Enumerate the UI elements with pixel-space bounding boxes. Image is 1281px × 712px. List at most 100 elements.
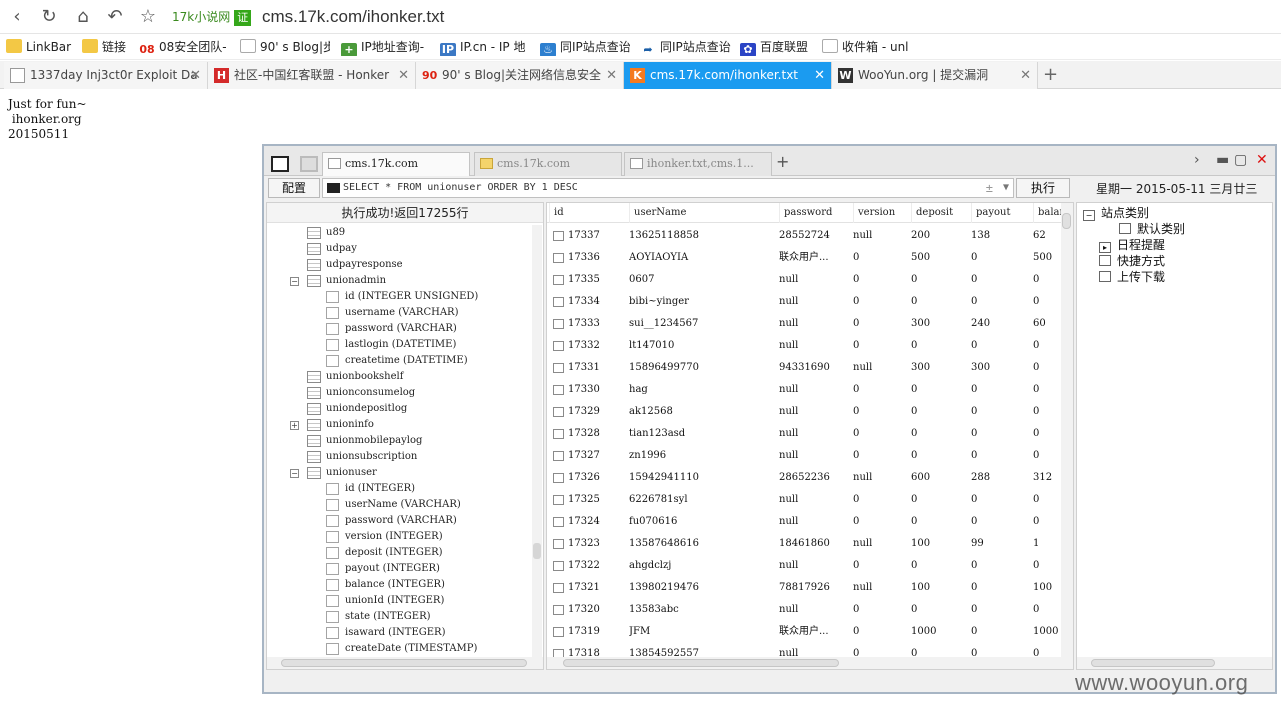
tree-column-node[interactable]: username (VARCHAR) <box>267 305 533 321</box>
tree-column-node[interactable]: createDate (TIMESTAMP) <box>267 641 533 657</box>
sidebar-tree-item[interactable]: 默认类别 <box>1119 221 1185 237</box>
table-row[interactable]: 17326 15942941110 28652236 null 600 288 312 <box>547 467 1059 489</box>
table-cell[interactable]: 0 <box>853 379 907 401</box>
collapse-icon[interactable]: − <box>290 277 299 286</box>
table-cell[interactable]: 240 <box>971 313 1029 335</box>
tree-table-node[interactable]: − unionuser <box>267 465 533 481</box>
table-cell[interactable]: 17335 <box>568 269 626 291</box>
table-cell[interactable]: 0 <box>853 511 907 533</box>
row-checkbox[interactable] <box>553 473 564 483</box>
table-cell[interactable]: 0 <box>853 335 907 357</box>
table-cell[interactable]: 0 <box>911 379 967 401</box>
table-row[interactable]: 17327 zn1996 null 0 0 0 0 <box>547 445 1059 467</box>
table-cell[interactable]: AOYIAOYIA <box>629 247 775 269</box>
table-cell[interactable]: tian123asd <box>629 423 775 445</box>
bookmark-inbox[interactable]: 收件箱 - unl <box>822 38 912 56</box>
table-cell[interactable]: 0 <box>911 401 967 423</box>
row-checkbox[interactable] <box>553 253 564 263</box>
table-cell[interactable]: 0 <box>1033 357 1061 379</box>
tool-tab-3[interactable]: ihonker.txt,cms.1... <box>624 152 772 176</box>
table-cell[interactable]: 17331 <box>568 357 626 379</box>
bookmark-ipcn[interactable]: IP IP.cn - IP 地 <box>440 38 530 56</box>
table-cell[interactable]: 288 <box>971 467 1029 489</box>
table-cell[interactable]: 0 <box>971 577 1029 599</box>
column-header[interactable]: deposit <box>911 203 969 223</box>
tree-column-node[interactable]: deposit (INTEGER) <box>267 545 533 561</box>
tree-table-node[interactable]: unionmobilepaylog <box>267 433 533 449</box>
sidebar-tree-item[interactable]: ▸ 日程提醒 <box>1099 237 1165 253</box>
table-cell[interactable]: null <box>779 335 849 357</box>
star-icon[interactable]: ☆ <box>137 6 159 28</box>
tree-table-node[interactable]: uniondepositlog <box>267 401 533 417</box>
table-cell[interactable]: 0 <box>971 423 1029 445</box>
table-cell[interactable]: null <box>779 291 849 313</box>
table-cell[interactable]: 99 <box>971 533 1029 555</box>
column-header[interactable]: id <box>549 203 627 223</box>
scroll-thumb[interactable] <box>563 659 839 667</box>
table-cell[interactable]: 17333 <box>568 313 626 335</box>
bookmark-ip-query[interactable]: + IP地址查询- <box>341 38 429 56</box>
tree-column-node[interactable]: id (INTEGER UNSIGNED) <box>267 289 533 305</box>
tab-90s-blog[interactable]: 90 90' s Blog|关注网络信息安全 ✕ <box>416 62 624 89</box>
panel-icon[interactable] <box>300 156 318 172</box>
table-cell[interactable]: 0 <box>853 401 907 423</box>
row-checkbox[interactable] <box>553 363 564 373</box>
table-cell[interactable]: 0 <box>971 621 1029 643</box>
table-cell[interactable]: 300 <box>911 357 967 379</box>
table-cell[interactable]: 0 <box>971 269 1029 291</box>
tree-vertical-scrollbar[interactable] <box>532 225 542 659</box>
site-identity[interactable]: 17k小说网证 <box>172 8 252 26</box>
table-cell[interactable]: 17324 <box>568 511 626 533</box>
table-cell[interactable]: bibi~yinger <box>629 291 775 313</box>
table-cell[interactable]: 1000 <box>911 621 967 643</box>
table-row[interactable]: 17322 ahgdclzj null 0 0 0 0 <box>547 555 1059 577</box>
grid-vertical-scrollbar[interactable] <box>1061 203 1073 657</box>
panel-toggle-icon[interactable] <box>271 156 289 172</box>
table-cell[interactable]: null <box>779 555 849 577</box>
table-cell[interactable]: 100 <box>1033 577 1061 599</box>
table-cell[interactable]: 0 <box>971 379 1029 401</box>
row-checkbox[interactable] <box>553 627 564 637</box>
table-cell[interactable]: 600 <box>911 467 967 489</box>
close-window-icon[interactable]: ✕ <box>1256 152 1268 168</box>
table-cell[interactable]: null <box>853 533 907 555</box>
table-cell[interactable]: null <box>853 577 907 599</box>
tree-table-node[interactable]: udpayresponse <box>267 257 533 273</box>
close-icon[interactable]: ✕ <box>1020 62 1031 89</box>
column-header[interactable]: userName <box>629 203 777 223</box>
tree-column-node[interactable]: password (VARCHAR) <box>267 513 533 529</box>
row-checkbox[interactable] <box>553 429 564 439</box>
table-cell[interactable]: 17322 <box>568 555 626 577</box>
table-cell[interactable]: 联众用户... <box>779 621 849 643</box>
table-cell[interactable]: null <box>779 379 849 401</box>
tree-column-node[interactable]: unionId (INTEGER) <box>267 593 533 609</box>
tree-column-node[interactable]: state (INTEGER) <box>267 609 533 625</box>
row-checkbox[interactable] <box>553 561 564 571</box>
tree-column-node[interactable]: payout (INTEGER) <box>267 561 533 577</box>
tree-column-node[interactable]: userName (VARCHAR) <box>267 497 533 513</box>
table-cell[interactable]: 28552724 <box>779 225 849 247</box>
table-cell[interactable]: 0 <box>1033 401 1061 423</box>
table-cell[interactable]: 0 <box>971 445 1029 467</box>
table-cell[interactable]: 28652236 <box>779 467 849 489</box>
scroll-thumb[interactable] <box>1091 659 1215 667</box>
table-cell[interactable]: 0 <box>911 511 967 533</box>
table-cell[interactable]: 60 <box>1033 313 1061 335</box>
table-cell[interactable]: 0 <box>971 489 1029 511</box>
home-icon[interactable]: ⌂ <box>72 6 94 28</box>
row-checkbox[interactable] <box>553 275 564 285</box>
table-cell[interactable]: 0 <box>911 423 967 445</box>
table-row[interactable]: 17324 fu070616 null 0 0 0 0 <box>547 511 1059 533</box>
tree-column-node[interactable]: lastlogin (DATETIME) <box>267 337 533 353</box>
tree-column-node[interactable]: createtime (DATETIME) <box>267 353 533 369</box>
sql-input[interactable]: SELECT * FROM unionuser ORDER BY 1 DESC … <box>322 178 1014 198</box>
row-checkbox[interactable] <box>553 517 564 527</box>
table-cell[interactable]: 0 <box>911 555 967 577</box>
sidebar-tree-item[interactable]: − 站点类别 <box>1083 205 1149 221</box>
row-checkbox[interactable] <box>553 319 564 329</box>
expand-icon[interactable]: + <box>290 421 299 430</box>
table-row[interactable]: 17331 15896499770 94331690 null 300 300 0 <box>547 357 1059 379</box>
sidebar-horizontal-scrollbar[interactable] <box>1077 657 1272 669</box>
table-cell[interactable]: null <box>779 401 849 423</box>
tool-tab-2[interactable]: cms.17k.com <box>474 152 622 176</box>
